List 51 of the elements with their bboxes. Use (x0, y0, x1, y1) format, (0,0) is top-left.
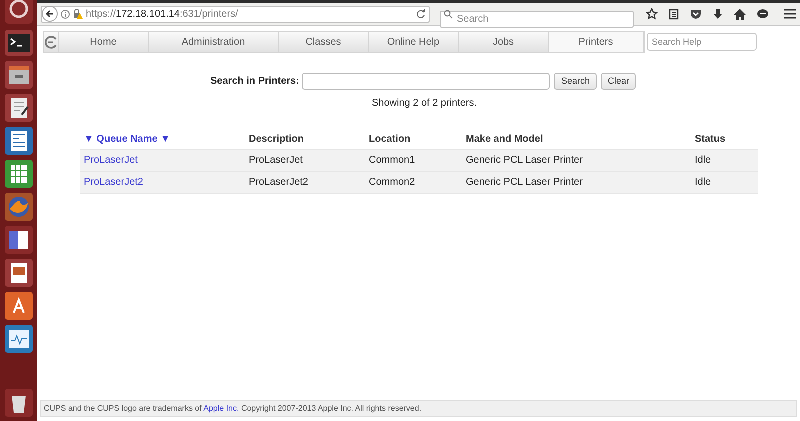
nav-tab[interactable]: Home (59, 32, 149, 52)
url-bar[interactable]: https://172.18.101.14:631/printers/ (41, 6, 430, 22)
nav-tab[interactable]: Administration (149, 32, 279, 52)
home-icon[interactable] (734, 8, 746, 20)
search-icon (444, 10, 454, 18)
table-cell: ProLaserJet2 (245, 172, 365, 194)
back-icon[interactable] (42, 6, 58, 22)
document-icon[interactable] (4, 126, 34, 156)
notepad-icon[interactable] (4, 93, 34, 123)
terminal-icon[interactable] (4, 29, 34, 57)
apple-link[interactable]: Apple Inc. (204, 404, 240, 412)
pocket-icon[interactable] (690, 8, 702, 20)
table-cell: ProLaserJet (245, 150, 365, 172)
trash-icon[interactable] (4, 388, 34, 418)
shopping-bag-icon[interactable] (4, 291, 34, 321)
table-cell: Idle (691, 150, 758, 172)
summary-text: Showing 2 of 2 printers. (370, 97, 478, 111)
table-cell: Common2 (365, 172, 462, 194)
table-cell: Generic PCL Laser Printer (462, 172, 691, 194)
nav-tab[interactable]: Printers (549, 32, 644, 52)
table-cell: Generic PCL Laser Printer (462, 150, 691, 172)
clear-button[interactable]: Clear (600, 73, 636, 90)
table-cell: Common1 (365, 150, 462, 172)
spreadsheet-icon[interactable] (4, 159, 34, 189)
menu-icon[interactable] (784, 9, 796, 19)
slides-icon[interactable] (4, 225, 34, 255)
star-icon[interactable] (646, 8, 658, 20)
search-field[interactable]: Search (440, 10, 634, 28)
reload-icon[interactable] (416, 9, 426, 19)
url-text: https://172.18.101.14:631/printers/ (86, 8, 238, 22)
browser-icon[interactable] (4, 192, 34, 222)
table-cell: Idle (691, 172, 758, 194)
sort-column-link[interactable]: ▼ Queue Name ▼ (84, 134, 170, 145)
printer-link[interactable]: ProLaserJet2 (84, 177, 144, 188)
nav-tab[interactable]: Classes (279, 32, 369, 52)
presentation-icon[interactable] (4, 258, 34, 288)
search-label: Search in Printers: (210, 75, 300, 89)
search-printers-field[interactable] (302, 73, 550, 90)
logo-icon[interactable] (4, 0, 34, 26)
drawer-icon[interactable] (4, 60, 34, 90)
search-button[interactable]: Search (554, 73, 597, 90)
lock-warning-icon (73, 9, 83, 19)
monitor-icon[interactable] (4, 324, 34, 354)
search-help-field[interactable]: Search Help (647, 33, 757, 51)
info-icon[interactable] (61, 10, 70, 18)
printer-link[interactable]: ProLaserJet (84, 155, 138, 166)
nav-tab[interactable]: Online Help (369, 32, 459, 52)
download-icon[interactable] (713, 8, 723, 20)
clipboard-icon[interactable] (669, 8, 679, 20)
cups-logo-icon[interactable] (44, 36, 58, 48)
footer-text: CUPS and the CUPS logo are trademarks of Apple Inc. Copyright 2007-2013 Apple Inc. All rights reserved. (44, 402, 422, 414)
